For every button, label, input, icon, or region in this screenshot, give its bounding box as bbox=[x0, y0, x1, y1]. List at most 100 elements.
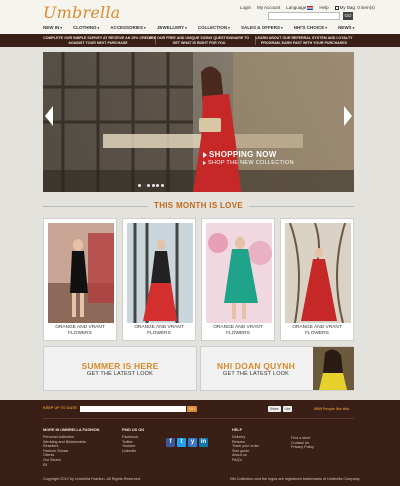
flag-icon bbox=[307, 5, 314, 10]
footer-link[interactable]: Privacy Policy bbox=[291, 445, 314, 450]
facebook-icon[interactable]: f bbox=[166, 438, 175, 447]
chevron-left-icon bbox=[45, 106, 53, 126]
summer-banner[interactable]: SUMMER IS HERE GET THE LATEST LOOK bbox=[43, 346, 197, 391]
product-image bbox=[48, 223, 114, 323]
product-cards: ORANGE AND VRANT FLOWERS ORANGE AND VRAN… bbox=[43, 218, 354, 341]
hero-pagination bbox=[138, 184, 164, 187]
nav-item-accessories[interactable]: ACCESSORIES▾ bbox=[110, 25, 157, 30]
nav-item-label: SALES & OFFERS bbox=[240, 25, 280, 30]
chevron-down-icon: ▾ bbox=[280, 26, 283, 30]
caption-line: FLOWERS bbox=[147, 331, 171, 336]
footer-column-help: HELP Delivery Returns Track your order S… bbox=[232, 428, 259, 463]
login-link[interactable]: Login bbox=[240, 5, 251, 10]
model-photo bbox=[313, 347, 354, 390]
search-go-button[interactable]: GO bbox=[343, 12, 353, 20]
slide-dot[interactable] bbox=[160, 184, 164, 187]
shopping-now-link[interactable]: SHOPPING NOW bbox=[209, 150, 277, 159]
caption-line: FLOWERS bbox=[68, 331, 92, 336]
product-card[interactable]: ORANGE AND VRANT FLOWERS bbox=[201, 218, 275, 341]
slide-dot[interactable] bbox=[151, 184, 155, 187]
footer-column-title: MORE IN UMBRELLA FASHION bbox=[43, 428, 100, 432]
caption-line: FLOWERS bbox=[305, 331, 329, 336]
product-card[interactable]: ORANGE AND VRANT FLOWERS bbox=[122, 218, 196, 341]
nav-item-clothing[interactable]: CLOTHING▾ bbox=[73, 25, 110, 30]
share-button[interactable]: Share bbox=[268, 406, 281, 412]
nav-item-label: NEW IN bbox=[43, 25, 60, 30]
nav-item-collection[interactable]: COLLECTION▾ bbox=[198, 25, 241, 30]
twitter-icon[interactable]: t bbox=[177, 438, 186, 447]
nav-item-label: JEWELLERY bbox=[156, 25, 185, 30]
nav-item-jewellery[interactable]: JEWELLERY▾ bbox=[157, 25, 198, 30]
hero-next-button[interactable] bbox=[342, 104, 354, 128]
nav-item-label: ACCESSORIES bbox=[110, 25, 144, 30]
linkedin-icon[interactable]: in bbox=[199, 438, 208, 447]
slide-dot[interactable] bbox=[156, 184, 159, 187]
newsletter-go-button[interactable]: GO bbox=[187, 406, 197, 412]
shop-new-collection-link[interactable]: SHOP THE NEW COLLECTION bbox=[208, 160, 294, 166]
banner-subtitle: GET THE LATEST LOOK bbox=[222, 371, 290, 377]
nav-item-sales[interactable]: SALES & OFFERS▾ bbox=[241, 25, 294, 30]
nav-item-label: COLLECTION bbox=[197, 25, 228, 30]
hero-slider[interactable]: SHOPPING NOW SHOP THE NEW COLLECTION bbox=[43, 52, 354, 192]
product-caption[interactable]: ORANGE AND VRANT FLOWERS bbox=[123, 325, 195, 337]
slide-dot[interactable] bbox=[138, 184, 141, 187]
footer-link[interactable]: LinkedIn bbox=[122, 449, 144, 454]
nav-item-news[interactable]: NEWS▾ bbox=[338, 25, 365, 30]
chevron-down-icon: ▾ bbox=[60, 26, 63, 30]
social-share: Share Like bbox=[268, 406, 293, 412]
product-card[interactable]: ORANGE AND VRANT FLOWERS bbox=[280, 218, 354, 341]
newsletter-input[interactable] bbox=[80, 406, 186, 412]
top-links: Login My Account Language Help My Bag: 0… bbox=[240, 5, 375, 10]
bag-link[interactable]: My Bag: 0 item(s) bbox=[334, 5, 375, 10]
trademark-notice: Nhi Collection and the logos are registe… bbox=[230, 477, 361, 481]
slide-dot[interactable] bbox=[142, 184, 146, 187]
footer-column-more: MORE IN UMBRELLA FASHION Personal collec… bbox=[43, 428, 99, 467]
nav-item-label: CLOTHING bbox=[73, 25, 97, 30]
product-image bbox=[206, 223, 272, 323]
nhi-doan-banner[interactable]: NHI DOAN QUYNH GET THE LATEST LOOK bbox=[200, 346, 354, 391]
my-account-link[interactable]: My Account bbox=[257, 5, 280, 10]
promo-survey[interactable]: COMPLETE OUR SIMPLE SURVEY AT RECEIVE AN… bbox=[43, 36, 153, 45]
product-caption[interactable]: ORANGE AND VRANT FLOWERS bbox=[281, 325, 353, 337]
promo-sizing[interactable]: USE OUR FREE AND UNIQUE SIZING QUESTIONN… bbox=[145, 36, 253, 45]
footer-link[interactable]: FAQ's bbox=[232, 458, 259, 463]
product-card[interactable]: ORANGE AND VRANT FLOWERS bbox=[43, 218, 117, 341]
banner-subtitle: GET THE LATEST LOOK bbox=[86, 371, 154, 377]
section-title: THIS MONTH IS LOVE bbox=[43, 201, 354, 211]
section-title-text: THIS MONTH IS LOVE bbox=[154, 201, 243, 210]
product-caption[interactable]: ORANGE AND VRANT FLOWERS bbox=[202, 325, 274, 337]
chevron-right-icon bbox=[344, 106, 352, 126]
copyright: Copyright 2012 by Umbrella Fashion. All … bbox=[43, 477, 141, 481]
play-icon bbox=[203, 151, 207, 158]
footer-link[interactable]: Eli bbox=[43, 463, 99, 468]
nav-item-label: NHI'S CHOICE bbox=[293, 25, 325, 30]
chevron-down-icon: ▾ bbox=[97, 26, 100, 30]
chevron-down-icon: ▾ bbox=[325, 26, 328, 30]
hero-prev-button[interactable] bbox=[43, 104, 55, 128]
chevron-down-icon: ▾ bbox=[228, 26, 230, 30]
keep-up-label: KEEP UP TO DATE bbox=[43, 406, 77, 410]
logo[interactable]: Umbrella bbox=[43, 3, 120, 22]
banner-title: NHI DOAN QUYNH bbox=[217, 361, 295, 371]
main-nav: NEW IN▾ CLOTHING▾ ACCESSORIES▾ JEWELLERY… bbox=[0, 25, 400, 33]
language-label: Language bbox=[286, 5, 307, 10]
search-bar: GO bbox=[268, 12, 353, 20]
search-input[interactable] bbox=[268, 12, 340, 20]
slide-dot[interactable] bbox=[147, 184, 150, 187]
hero-cta[interactable]: SHOPPING NOW SHOP THE NEW COLLECTION bbox=[203, 150, 294, 166]
footer-column-title: HELP bbox=[232, 428, 243, 432]
language-selector[interactable]: Language bbox=[286, 5, 314, 10]
product-caption[interactable]: ORANGE AND VRANT FLOWERS bbox=[44, 325, 116, 337]
play-icon bbox=[203, 160, 206, 165]
product-image bbox=[285, 223, 351, 323]
bag-label: My Bag: 0 item(s) bbox=[339, 5, 375, 10]
nav-item-nhis-choice[interactable]: NHI'S CHOICE▾ bbox=[294, 25, 338, 30]
youtube-icon[interactable]: y bbox=[188, 438, 197, 447]
banner-title: SUMMER IS HERE bbox=[81, 361, 159, 371]
like-button[interactable]: Like bbox=[282, 406, 293, 412]
promo-referral[interactable]: LEARN ABOUT OUR REFERRAL SYSTEM AND LOYA… bbox=[250, 36, 358, 45]
footer-column-title: FIND US ON bbox=[122, 428, 144, 432]
hero-image bbox=[43, 52, 354, 192]
help-link[interactable]: Help bbox=[319, 5, 328, 10]
nav-item-new-in[interactable]: NEW IN▾ bbox=[43, 25, 73, 30]
